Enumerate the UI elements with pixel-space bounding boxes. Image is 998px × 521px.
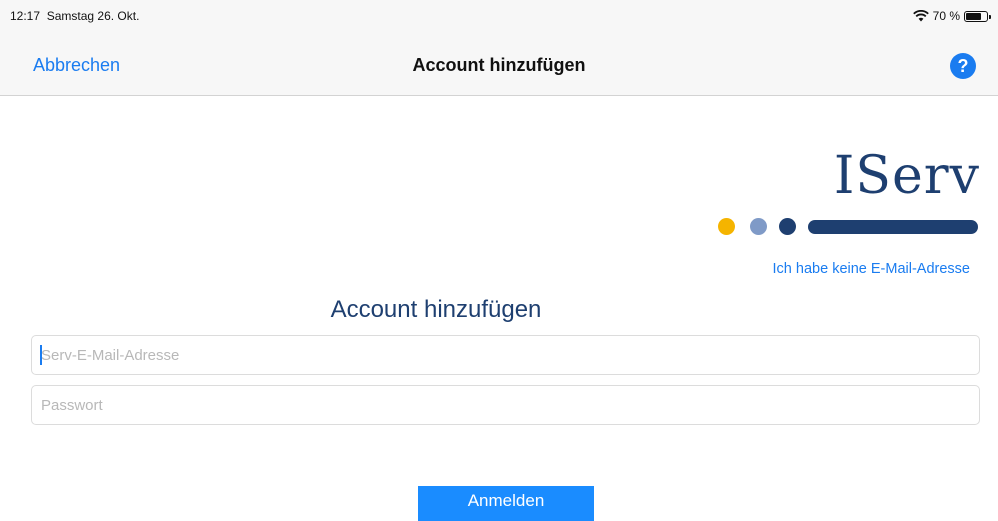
logo-dot-yellow <box>718 218 735 235</box>
help-icon[interactable]: ? <box>950 53 976 79</box>
nav-title: Account hinzufügen <box>412 55 586 75</box>
logo-dot-dark <box>779 218 796 235</box>
no-email-link[interactable]: Ich habe keine E-Mail-Adresse <box>773 261 970 277</box>
status-indicators: 70 % <box>912 9 991 23</box>
status-bar: 12:17 Samstag 26. Okt. 70 % <box>0 0 998 34</box>
logo-wordmark: IServ <box>833 146 980 206</box>
form-heading: Account hinzufügen <box>0 296 998 324</box>
iserv-logo: IServ <box>708 140 984 240</box>
form-heading-text: Account hinzufügen <box>330 296 542 323</box>
login-button[interactable]: Anmelden <box>418 486 594 521</box>
battery-percent: 70 % <box>932 9 960 23</box>
navigation-bar: Abbrechen Account hinzufügen ? <box>0 34 998 96</box>
status-clock: 12:17 <box>10 9 41 23</box>
status-date: Samstag 26. Okt. <box>46 9 140 23</box>
logo-dot-light <box>750 218 767 235</box>
email-field[interactable] <box>31 335 980 375</box>
logo-bar <box>808 220 978 234</box>
password-field[interactable] <box>31 385 980 425</box>
battery-icon <box>964 10 991 22</box>
wifi-icon <box>912 10 929 22</box>
status-time: 12:17 Samstag 26. Okt. <box>10 9 139 23</box>
text-cursor <box>40 345 42 365</box>
